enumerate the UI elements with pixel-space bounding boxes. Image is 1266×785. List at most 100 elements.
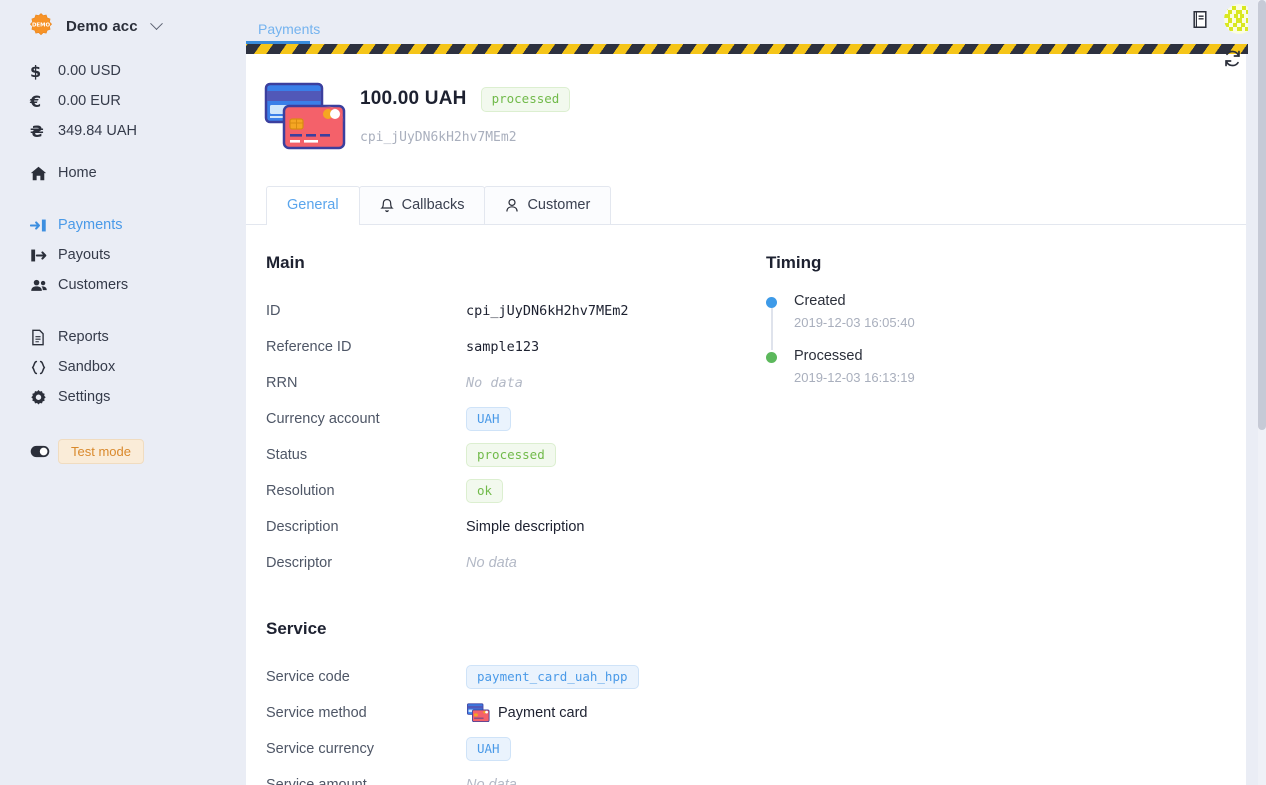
timeline-connector: [771, 308, 773, 350]
field-row-description: Description Simple description: [266, 509, 746, 545]
field-label-service-currency: Service currency: [266, 741, 374, 757]
sign-out-arrow-icon: [30, 247, 58, 264]
tab-callbacks[interactable]: Callbacks: [358, 186, 486, 224]
sign-in-arrow-icon: [30, 217, 58, 234]
tab-customer[interactable]: Customer: [484, 186, 612, 224]
detail-panels: Main ID cpi_jUyDN6kH2hv7MEm2 Reference I…: [246, 225, 1246, 785]
field-label-id: ID: [266, 303, 281, 319]
payment-header: 100.00 UAH processed cpi_jUyDN6kH2hv7MEm…: [246, 54, 1246, 158]
field-value-service-currency: UAH: [466, 736, 511, 762]
sidebar-item-label-payouts: Payouts: [58, 247, 111, 263]
refresh-icon[interactable]: [1220, 46, 1244, 70]
demo-account-badge-icon: DEMO: [28, 13, 54, 39]
nav-group-tools: Reports Sandbox Settings: [0, 322, 246, 412]
payment-detail-card: 100.00 UAH processed cpi_jUyDN6kH2hv7MEm…: [246, 54, 1246, 785]
tab-label-general: General: [287, 197, 339, 213]
balance-value-eur: 0.00 EUR: [58, 93, 121, 109]
balance-row-uah: ₴ 349.84 UAH: [0, 116, 246, 146]
account-switcher[interactable]: DEMO Demo acc: [0, 6, 246, 46]
field-value-resolution: ok: [466, 478, 504, 504]
payment-amount: 100.00 UAH: [360, 88, 467, 110]
euro-icon: €: [30, 91, 42, 111]
chevron-down-icon: [149, 16, 163, 30]
sidebar-item-payments[interactable]: Payments: [0, 210, 246, 240]
field-label-resolution: Resolution: [266, 483, 335, 499]
field-label-descriptor: Descriptor: [266, 555, 333, 571]
sidebar-item-label-reports: Reports: [58, 329, 109, 345]
main-area: Payments 100.00 UAH processed cpi_jUyDN6…: [246, 0, 1266, 785]
topbar: Payments: [246, 0, 1266, 44]
balance-row-eur: € 0.00 EUR: [0, 86, 246, 116]
field-row-service-amount: Service amount No data: [266, 767, 746, 785]
sidebar-item-payouts[interactable]: Payouts: [0, 240, 246, 270]
users-icon: [30, 277, 58, 294]
field-label-currency-account: Currency account: [266, 411, 380, 427]
timeline: Created 2019-12-03 16:05:40 Processed 20…: [766, 293, 1246, 385]
tab-label-callbacks: Callbacks: [401, 197, 465, 213]
field-label-description: Description: [266, 519, 339, 535]
timeline-item-created: Created 2019-12-03 16:05:40: [766, 293, 1246, 350]
bell-icon: [379, 198, 394, 213]
book-icon[interactable]: [1188, 6, 1214, 32]
svg-text:DEMO: DEMO: [32, 23, 51, 29]
sidebar-item-customers[interactable]: Customers: [0, 270, 246, 300]
field-row-service-method: Service method Payment card: [266, 695, 746, 731]
sidebar-item-label-settings: Settings: [58, 389, 111, 405]
sidebar-item-label-customers: Customers: [58, 277, 129, 293]
field-label-rrn: RRN: [266, 375, 298, 391]
user-icon: [505, 198, 519, 213]
sidebar-item-reports[interactable]: Reports: [0, 322, 246, 352]
sidebar: DEMO Demo acc $ 0.00 USD € 0.00 EUR ₴ 34…: [0, 0, 246, 785]
toggle-switch-icon[interactable]: [30, 445, 58, 458]
field-label-service-code: Service code: [266, 669, 350, 685]
field-row-service-currency: Service currency UAH: [266, 731, 746, 767]
scrollbar-track[interactable]: [1258, 0, 1266, 785]
account-name: Demo acc: [66, 17, 138, 35]
breadcrumb-active-underline: [246, 41, 310, 44]
payment-id-header: cpi_jUyDN6kH2hv7MEm2: [360, 129, 517, 145]
field-row-descriptor: Descriptor No data: [266, 545, 746, 581]
timeline-label-created: Created: [794, 293, 846, 309]
home-icon: [30, 165, 58, 182]
field-value-status: processed: [466, 442, 556, 468]
gear-icon: [30, 389, 58, 406]
field-value-descriptor: No data: [466, 555, 517, 571]
field-value-service-code: payment_card_uah_hpp: [466, 664, 639, 690]
field-value-service-method: Payment card: [498, 705, 588, 721]
panel-main: Main ID cpi_jUyDN6kH2hv7MEm2 Reference I…: [246, 253, 746, 785]
dollar-icon: $: [30, 61, 42, 81]
field-row-currency-account: Currency account UAH: [266, 401, 746, 437]
field-row-status: Status processed: [266, 437, 746, 473]
section-title-main: Main: [266, 253, 305, 272]
section-title-service: Service: [266, 619, 327, 638]
right-gutter: [1248, 0, 1266, 785]
field-value-currency-account: UAH: [466, 406, 511, 432]
balance-value-usd: 0.00 USD: [58, 63, 121, 79]
sidebar-item-sandbox[interactable]: Sandbox: [0, 352, 246, 382]
timeline-label-processed: Processed: [794, 348, 863, 364]
sidebar-item-label-sandbox: Sandbox: [58, 359, 116, 375]
field-value-id: cpi_jUyDN6kH2hv7MEm2: [466, 303, 629, 319]
test-mode-badge[interactable]: Test mode: [58, 438, 144, 464]
scrollbar-thumb[interactable]: [1258, 0, 1266, 430]
test-mode-hazard-stripe: [246, 44, 1266, 54]
section-title-timing: Timing: [766, 253, 822, 272]
tab-label-customer: Customer: [527, 197, 591, 213]
topbar-actions: [1188, 4, 1254, 34]
tab-general[interactable]: General: [266, 186, 360, 225]
field-label-status: Status: [266, 447, 308, 463]
field-label-service-method: Service method: [266, 705, 367, 721]
timeline-time-created: 2019-12-03 16:05:40: [794, 315, 915, 330]
balance-list: $ 0.00 USD € 0.00 EUR ₴ 349.84 UAH: [0, 56, 246, 146]
sidebar-nav: Home Payments Payouts Customers Reports …: [0, 158, 246, 468]
field-value-service-method-wrap: Payment card: [466, 703, 587, 723]
field-row-service-code: Service code payment_card_uah_hpp: [266, 659, 746, 695]
code-braces-icon: [30, 359, 58, 376]
field-label-service-amount: Service amount: [266, 777, 367, 785]
field-value-service-amount: No data: [466, 777, 517, 785]
test-mode-row: Test mode: [0, 434, 246, 468]
sidebar-item-settings[interactable]: Settings: [0, 382, 246, 412]
credit-cards-small-icon: [466, 703, 490, 723]
sidebar-item-home[interactable]: Home: [0, 158, 246, 188]
panel-timing: Timing Created 2019-12-03 16:05:40 Proce…: [746, 253, 1246, 785]
